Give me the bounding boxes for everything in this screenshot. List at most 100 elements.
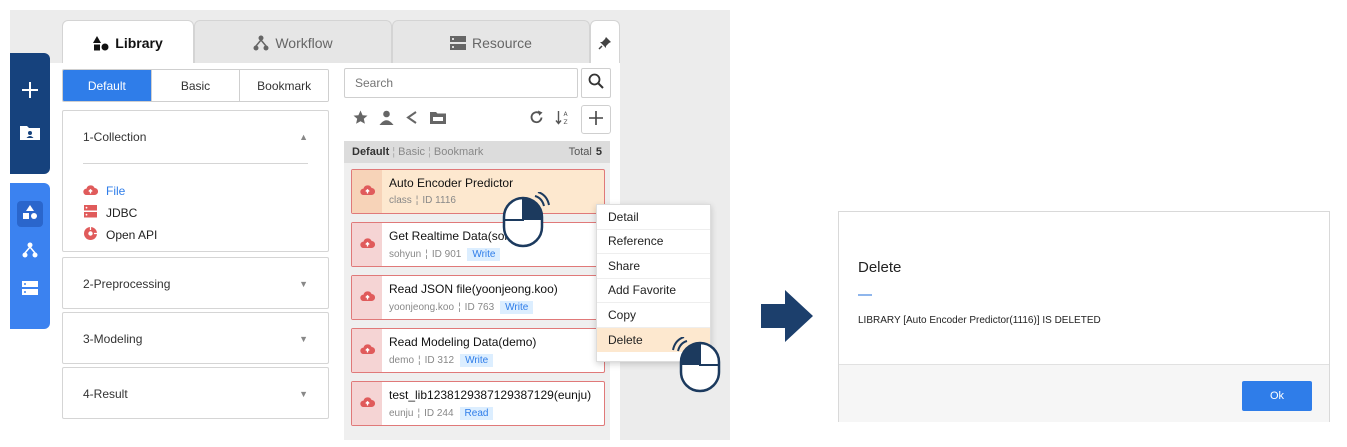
database-icon [83,205,98,221]
tab-library-label: Library [115,34,163,51]
right-click-mouse-icon [502,192,550,248]
collection-item-jdbc[interactable]: JDBC [83,202,308,224]
tab-workflow[interactable]: Workflow [194,20,392,64]
ok-button[interactable]: Ok [1242,381,1312,411]
user-folder-button[interactable] [17,121,43,147]
list-filter-bookmark[interactable]: Bookmark [434,146,484,158]
total-label: Total [568,146,592,158]
tab-library[interactable]: Library [62,20,194,64]
card-icon-area [352,223,382,266]
collection-item-file[interactable]: File [83,180,308,202]
permission-badge: Write [460,354,494,367]
accordion-body: File JDBC Open API [83,163,308,246]
collection-item-label: JDBC [106,206,138,220]
permission-badge: Write [500,301,534,314]
accordion-modeling[interactable]: 3-Modeling ▼ [62,312,329,364]
list-header: Default ¦ Basic ¦ Bookmark Total 5 [344,141,610,163]
accordion-header[interactable]: 1-Collection ▲ [63,111,328,163]
divider: ¦ [458,302,461,313]
search-input[interactable] [344,68,578,98]
list-filter-default[interactable]: Default [352,146,389,158]
menu-item-detail[interactable]: Detail [597,205,710,230]
library-filter-segment: Default Basic Bookmark [62,69,329,102]
share-filter-button[interactable] [399,109,425,131]
card-id: ID 312 [424,355,455,366]
add-button[interactable] [17,79,43,105]
sort-button[interactable]: AZ [549,109,575,131]
tab-resource-label: Resource [472,34,532,51]
library-card[interactable]: Auto Encoder Predictor class ¦ ID 1116 [351,169,605,214]
card-id: ID 1116 [422,195,456,206]
caret-down-icon: ▼ [299,389,308,399]
search-button[interactable] [581,68,611,98]
menu-item-copy[interactable]: Copy [597,303,710,328]
rail-top [10,53,50,174]
menu-item-add-favorite[interactable]: Add Favorite [597,279,710,303]
sort-icon: AZ [554,110,570,130]
list-filter-basic[interactable]: Basic [398,146,425,158]
star-icon [353,110,368,130]
caret-down-icon: ▼ [299,279,308,289]
card-text: Auto Encoder Predictor class ¦ ID 1116 [382,170,520,213]
card-name: Auto Encoder Predictor [389,176,514,190]
card-icon-area [352,329,382,372]
card-meta: sohyun ¦ ID 901 Write [389,248,524,261]
segment-basic[interactable]: Basic [151,70,241,101]
arrow-right-icon [761,290,813,342]
caret-up-icon: ▲ [299,132,308,142]
card-text: Read JSON file(yoonjeong.koo) yoonjeong.… [382,276,565,319]
segment-default[interactable]: Default [63,70,152,101]
cloud-upload-icon [359,236,375,254]
server-icon [22,280,38,300]
collection-item-label: File [106,184,126,198]
library-card[interactable]: test_lib1238129387129387129(eunju) eunju… [351,381,605,426]
card-icon-area [352,382,382,425]
divider: ¦ [392,146,396,158]
permission-badge: Read [459,407,494,420]
tab-resource[interactable]: Resource [392,20,590,64]
workflow-icon [22,242,38,263]
pin-button[interactable] [590,20,620,64]
api-icon [83,226,98,244]
card-owner: yoonjeong.koo [389,302,455,313]
cloud-upload-icon [359,342,375,360]
search-icon [588,73,604,94]
refresh-icon [529,110,544,130]
menu-item-share[interactable]: Share [597,254,710,279]
library-card[interactable]: Read JSON file(yoonjeong.koo) yoonjeong.… [351,275,605,320]
rail-workflow-button[interactable] [17,239,43,265]
library-card[interactable]: Read Modeling Data(demo) demo ¦ ID 312 Writ… [351,328,605,373]
menu-item-reference[interactable]: Reference [597,230,710,254]
collection-item-open-api[interactable]: Open API [83,224,308,246]
card-meta: demo ¦ ID 312 Write [389,354,536,367]
divider: ¦ [418,355,421,366]
accordion-result[interactable]: 4-Result ▼ [62,367,329,419]
card-meta: class ¦ ID 1116 [389,195,513,206]
folder-icon [430,111,446,129]
card-meta: eunju ¦ ID 244 Read [389,407,591,420]
left-click-mouse-icon [672,337,721,393]
collection-item-label: Open API [106,228,158,242]
add-library-button[interactable] [581,105,611,134]
card-icon-area [352,276,382,319]
rail-resource-button[interactable] [17,277,43,303]
refresh-button[interactable] [523,109,549,131]
server-icon [450,35,467,50]
segment-bookmark[interactable]: Bookmark [240,70,328,101]
card-name: Read JSON file(yoonjeong.koo) [389,282,558,296]
svg-text:Z: Z [563,119,567,125]
accordion-preprocessing[interactable]: 2-Preprocessing ▼ [62,257,329,309]
pin-icon [598,36,612,50]
library-list: Auto Encoder Predictor class ¦ ID 1116 Get… [344,163,610,440]
dialog-title: Delete [858,259,902,276]
favorite-filter-button[interactable] [347,109,373,131]
tab-bar: Library Workflow Resource [10,20,730,64]
divider: ¦ [415,195,419,206]
shapes-icon [93,35,109,51]
caret-down-icon: ▼ [299,334,308,344]
rail-library-button[interactable] [17,201,43,227]
card-owner: demo [389,355,415,366]
library-card[interactable]: Get Realtime Data(sohyu sohyun ¦ ID 901 Wri… [351,222,605,267]
my-filter-button[interactable] [373,109,399,131]
folder-filter-button[interactable] [425,109,451,131]
